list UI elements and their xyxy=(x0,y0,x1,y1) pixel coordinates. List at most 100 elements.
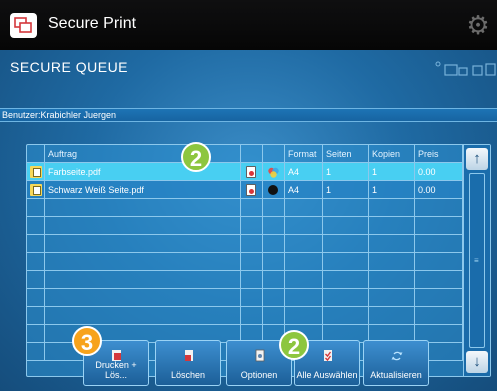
secure-print-app-icon xyxy=(10,13,37,38)
empty-cell xyxy=(45,217,241,235)
main-panel: SECURE QUEUE Benutzer:Krabichler Juergen… xyxy=(0,50,497,391)
column-header-kopien[interactable]: Kopien xyxy=(369,145,415,163)
callout-marker-print: 3 xyxy=(72,326,102,356)
vertical-scrollbar[interactable]: ↑ ≡ ↓ xyxy=(463,145,490,376)
job-price: 0.00 xyxy=(415,181,463,199)
job-pages: 1 xyxy=(323,163,369,181)
column-header-auftrag[interactable]: Auftrag xyxy=(45,145,241,163)
job-format: A4 xyxy=(285,181,323,199)
empty-cell xyxy=(27,289,45,307)
empty-cell xyxy=(27,253,45,271)
empty-cell xyxy=(285,235,323,253)
user-label: Benutzer:Krabichler Juergen xyxy=(2,110,117,120)
color-print-icon xyxy=(263,163,285,181)
job-copies: 1 xyxy=(369,181,415,199)
empty-cell xyxy=(285,307,323,325)
delete-icon xyxy=(185,350,193,361)
refresh-button[interactable]: Aktualisieren xyxy=(363,340,429,386)
job-name: Farbseite.pdf xyxy=(45,163,241,181)
empty-row xyxy=(27,217,463,235)
empty-cell xyxy=(285,253,323,271)
empty-cell xyxy=(285,271,323,289)
empty-cell xyxy=(415,271,463,289)
empty-cell xyxy=(45,289,241,307)
job-name: Schwarz Weiß Seite.pdf xyxy=(45,181,241,199)
document-icon xyxy=(241,181,263,199)
empty-cell xyxy=(369,307,415,325)
empty-cell xyxy=(263,235,285,253)
table-row[interactable]: Schwarz Weiß Seite.pdf A4 1 1 0.00 xyxy=(27,181,463,199)
empty-cell xyxy=(323,199,369,217)
file-icon xyxy=(27,163,45,181)
bw-print-icon xyxy=(263,181,285,199)
empty-cell xyxy=(323,253,369,271)
empty-cell xyxy=(27,307,45,325)
refresh-icon xyxy=(391,351,403,361)
column-header-type xyxy=(241,145,263,163)
options-icon xyxy=(255,349,265,362)
header-spacer xyxy=(27,145,45,163)
empty-row xyxy=(27,199,463,217)
print-delete-label: Drucken + Lös... xyxy=(95,360,137,380)
select-all-icon xyxy=(324,350,332,362)
empty-cell xyxy=(285,217,323,235)
job-pages: 1 xyxy=(323,181,369,199)
table-header: Auftrag Format Seiten Kopien Preis xyxy=(27,145,463,163)
empty-cell xyxy=(241,199,263,217)
empty-cell xyxy=(285,289,323,307)
job-price: 0.00 xyxy=(415,163,463,181)
empty-cell xyxy=(415,289,463,307)
empty-cell xyxy=(45,253,241,271)
empty-cell xyxy=(369,235,415,253)
app-title: Secure Print xyxy=(48,15,137,32)
empty-row xyxy=(27,271,463,289)
empty-cell xyxy=(27,217,45,235)
empty-cell xyxy=(415,199,463,217)
empty-cell xyxy=(369,253,415,271)
empty-row xyxy=(27,235,463,253)
empty-cell xyxy=(415,253,463,271)
file-icon xyxy=(27,181,45,199)
empty-cell xyxy=(263,199,285,217)
gear-icon[interactable]: ⚙ xyxy=(465,12,491,38)
scroll-down-arrow-icon[interactable]: ↓ xyxy=(466,351,488,373)
empty-cell xyxy=(45,235,241,253)
empty-cell xyxy=(323,307,369,325)
document-icon xyxy=(241,163,263,181)
empty-row xyxy=(27,253,463,271)
empty-cell xyxy=(45,199,241,217)
empty-cell xyxy=(263,217,285,235)
empty-row xyxy=(27,289,463,307)
empty-cell xyxy=(263,307,285,325)
title-bar: Secure Print ⚙ xyxy=(0,0,497,50)
scroll-up-arrow-icon[interactable]: ↑ xyxy=(466,148,488,170)
empty-cell xyxy=(263,289,285,307)
callout-marker-select-all: 2 xyxy=(279,330,309,360)
job-copies: 1 xyxy=(369,163,415,181)
empty-cell xyxy=(241,307,263,325)
options-label: Optionen xyxy=(240,370,278,380)
empty-row xyxy=(27,307,463,325)
scroll-grip-icon[interactable]: ≡ xyxy=(474,257,480,265)
callout-marker-row: 2 xyxy=(181,142,211,172)
scroll-track[interactable]: ≡ xyxy=(469,173,485,348)
empty-cell xyxy=(369,217,415,235)
select-all-label: Alle Auswählen xyxy=(296,370,358,380)
column-header-preis[interactable]: Preis xyxy=(415,145,463,163)
device-status-icons xyxy=(433,60,497,80)
table-row[interactable]: Farbseite.pdf A4 1 1 0.00 xyxy=(27,163,463,181)
empty-cell xyxy=(369,271,415,289)
column-header-format[interactable]: Format xyxy=(285,145,323,163)
delete-label: Löschen xyxy=(170,370,206,380)
empty-cell xyxy=(241,217,263,235)
empty-cell xyxy=(415,307,463,325)
empty-cell xyxy=(45,271,241,289)
empty-cell xyxy=(323,271,369,289)
delete-button[interactable]: Löschen xyxy=(155,340,221,386)
column-header-seiten[interactable]: Seiten xyxy=(323,145,369,163)
empty-cell xyxy=(241,235,263,253)
empty-cell xyxy=(263,271,285,289)
empty-cell xyxy=(241,253,263,271)
empty-cell xyxy=(241,289,263,307)
empty-cell xyxy=(415,235,463,253)
